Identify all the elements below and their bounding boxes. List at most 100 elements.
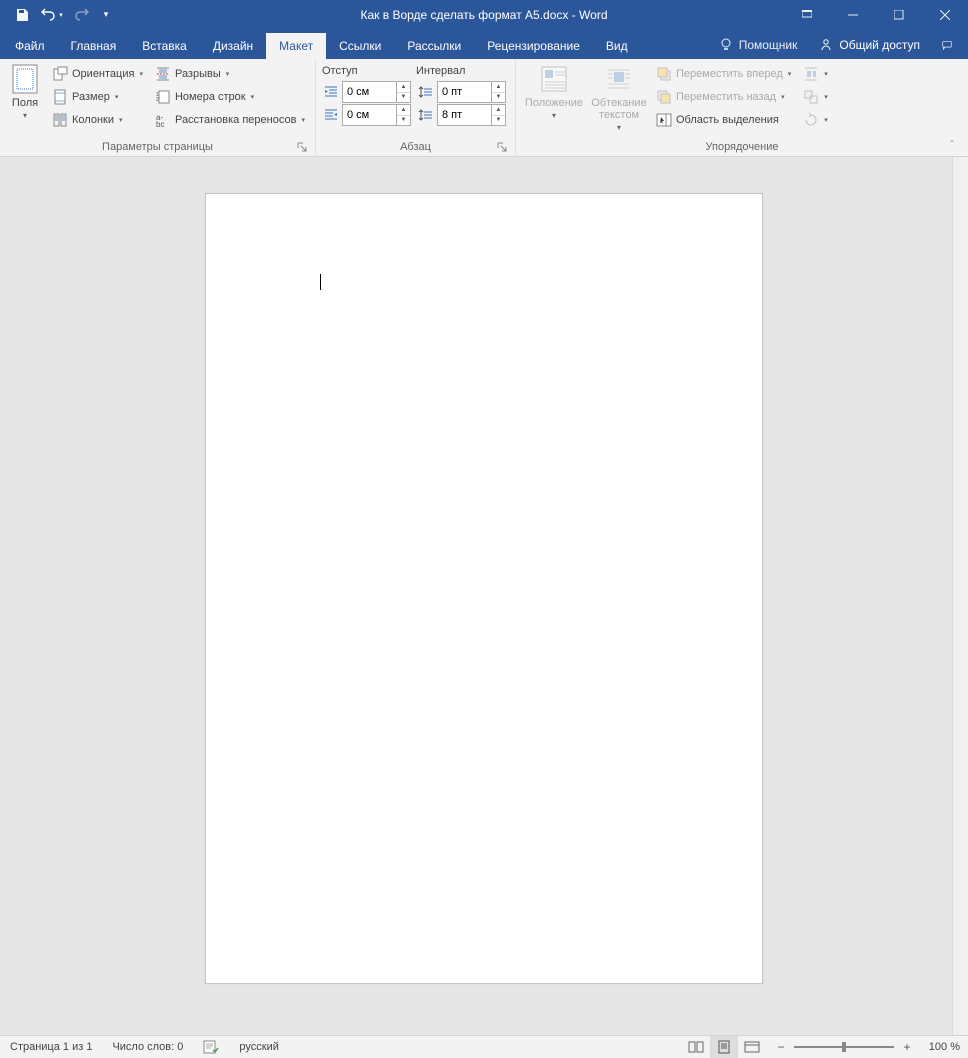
- columns-button[interactable]: Колонки▾: [48, 109, 147, 131]
- tab-view[interactable]: Вид: [593, 33, 641, 59]
- tab-layout[interactable]: Макет: [266, 33, 326, 59]
- redo-button[interactable]: [68, 3, 96, 27]
- print-layout-icon: [717, 1040, 731, 1054]
- lightbulb-icon: [719, 38, 733, 52]
- collapse-ribbon-button[interactable]: ˆ: [942, 138, 962, 152]
- wrap-text-button[interactable]: Обтекание текстом ▾: [588, 61, 650, 139]
- align-button[interactable]: ▾: [799, 63, 832, 85]
- document-area: [0, 157, 968, 1035]
- chevron-down-icon: ▾: [23, 111, 27, 120]
- read-mode-button[interactable]: [682, 1036, 710, 1058]
- space-before-input[interactable]: [437, 81, 492, 103]
- minimize-button[interactable]: [830, 0, 876, 29]
- hyphenation-button[interactable]: a-bc Расстановка переносов▾: [151, 109, 309, 131]
- page-setup-launcher[interactable]: [295, 140, 309, 154]
- tab-design[interactable]: Дизайн: [200, 33, 266, 59]
- zoom-out-button[interactable]: −: [774, 1040, 788, 1054]
- qat-customize-button[interactable]: ▾: [98, 3, 114, 27]
- zoom-level[interactable]: 100 %: [920, 1041, 960, 1053]
- comments-button[interactable]: [932, 30, 962, 59]
- vertical-scrollbar[interactable]: [952, 157, 968, 1035]
- size-button[interactable]: Размер▾: [48, 86, 147, 108]
- send-backward-button[interactable]: Переместить назад▾: [652, 86, 795, 108]
- web-layout-icon: [744, 1041, 760, 1053]
- size-icon: [52, 89, 68, 105]
- selection-pane-icon: [656, 112, 672, 128]
- space-after-input[interactable]: [437, 104, 492, 126]
- word-count[interactable]: Число слов: 0: [102, 1036, 193, 1058]
- breaks-icon: [155, 66, 171, 82]
- close-button[interactable]: [922, 0, 968, 29]
- indent-left-icon: [320, 81, 342, 103]
- zoom-control: − + 100 %: [766, 1040, 968, 1054]
- tab-references[interactable]: Ссылки: [326, 33, 394, 59]
- save-button[interactable]: [8, 3, 36, 27]
- columns-icon: [52, 112, 68, 128]
- status-bar: Страница 1 из 1 Число слов: 0 русский − …: [0, 1035, 968, 1058]
- tab-insert[interactable]: Вставка: [129, 33, 200, 59]
- quick-access-toolbar: ▾ ▾: [0, 3, 114, 27]
- maximize-button[interactable]: [876, 0, 922, 29]
- selection-pane-button[interactable]: Область выделения: [652, 109, 795, 131]
- ribbon: Поля ▾ Ориентация▾ Размер▾ Колонки▾: [0, 59, 968, 157]
- line-numbers-icon: 12: [155, 89, 171, 105]
- position-icon: [538, 63, 570, 95]
- zoom-slider[interactable]: [794, 1046, 894, 1048]
- position-button[interactable]: Положение ▾: [520, 61, 588, 139]
- rotate-button[interactable]: ▾: [799, 109, 832, 131]
- indent-right-spinner[interactable]: ▲▼: [320, 104, 411, 126]
- tab-file[interactable]: Файл: [2, 33, 58, 59]
- svg-text:2: 2: [156, 97, 159, 103]
- indent-right-icon: [320, 104, 342, 126]
- group-page-setup: Поля ▾ Ориентация▾ Размер▾ Колонки▾: [0, 59, 316, 156]
- group-objects-button[interactable]: ▾: [799, 86, 832, 108]
- share-label: Общий доступ: [839, 38, 920, 52]
- paragraph-launcher[interactable]: [495, 140, 509, 154]
- spell-check-button[interactable]: [193, 1036, 229, 1058]
- indent-left-input[interactable]: [342, 81, 397, 103]
- margins-button[interactable]: Поля ▾: [4, 61, 46, 139]
- undo-button[interactable]: ▾: [38, 3, 66, 27]
- line-numbers-button[interactable]: 12 Номера строк▾: [151, 86, 309, 108]
- tell-me-label: Помощник: [739, 38, 798, 52]
- tab-mailings[interactable]: Рассылки: [394, 33, 474, 59]
- indent-left-spinner[interactable]: ▲▼: [320, 81, 411, 103]
- share-button[interactable]: Общий доступ: [809, 34, 930, 56]
- zoom-in-button[interactable]: +: [900, 1040, 914, 1054]
- tab-review[interactable]: Рецензирование: [474, 33, 593, 59]
- hyphenation-icon: a-bc: [155, 112, 171, 128]
- hyphenation-label: Расстановка переносов: [175, 114, 296, 126]
- text-cursor: [320, 274, 321, 290]
- orientation-button[interactable]: Ориентация▾: [48, 63, 147, 85]
- document-title: Как в Ворде сделать формат А5.docx - Wor…: [360, 8, 607, 22]
- indent-header: Отступ: [320, 61, 414, 81]
- language-button[interactable]: русский: [229, 1036, 288, 1058]
- orientation-icon: [52, 66, 68, 82]
- group-icon: [803, 89, 819, 105]
- rotate-icon: [803, 112, 819, 128]
- tell-me-button[interactable]: Помощник: [709, 34, 808, 56]
- spellcheck-icon: [203, 1040, 219, 1054]
- send-backward-icon: [656, 89, 672, 105]
- share-icon: [819, 38, 833, 52]
- group-paragraph: Отступ Интервал ▲▼ ▲▼ ▲: [316, 59, 516, 156]
- tab-home[interactable]: Главная: [58, 33, 130, 59]
- space-before-spinner[interactable]: ▲▼: [415, 81, 506, 103]
- page-count[interactable]: Страница 1 из 1: [0, 1036, 102, 1058]
- window-controls: [784, 0, 968, 29]
- web-layout-button[interactable]: [738, 1036, 766, 1058]
- indent-right-input[interactable]: [342, 104, 397, 126]
- selection-pane-label: Область выделения: [676, 114, 779, 126]
- wrap-text-label: Обтекание текстом: [591, 97, 646, 121]
- svg-text:bc: bc: [156, 120, 164, 128]
- bring-forward-button[interactable]: Переместить вперед▾: [652, 63, 795, 85]
- breaks-button[interactable]: Разрывы▾: [151, 63, 309, 85]
- ribbon-options-button[interactable]: [784, 0, 830, 29]
- position-label: Положение: [525, 97, 583, 109]
- space-after-spinner[interactable]: ▲▼: [415, 104, 506, 126]
- document-page[interactable]: [205, 193, 763, 984]
- line-numbers-label: Номера строк: [175, 91, 246, 103]
- space-before-icon: [415, 81, 437, 103]
- print-layout-button[interactable]: [710, 1036, 738, 1058]
- read-mode-icon: [688, 1041, 704, 1053]
